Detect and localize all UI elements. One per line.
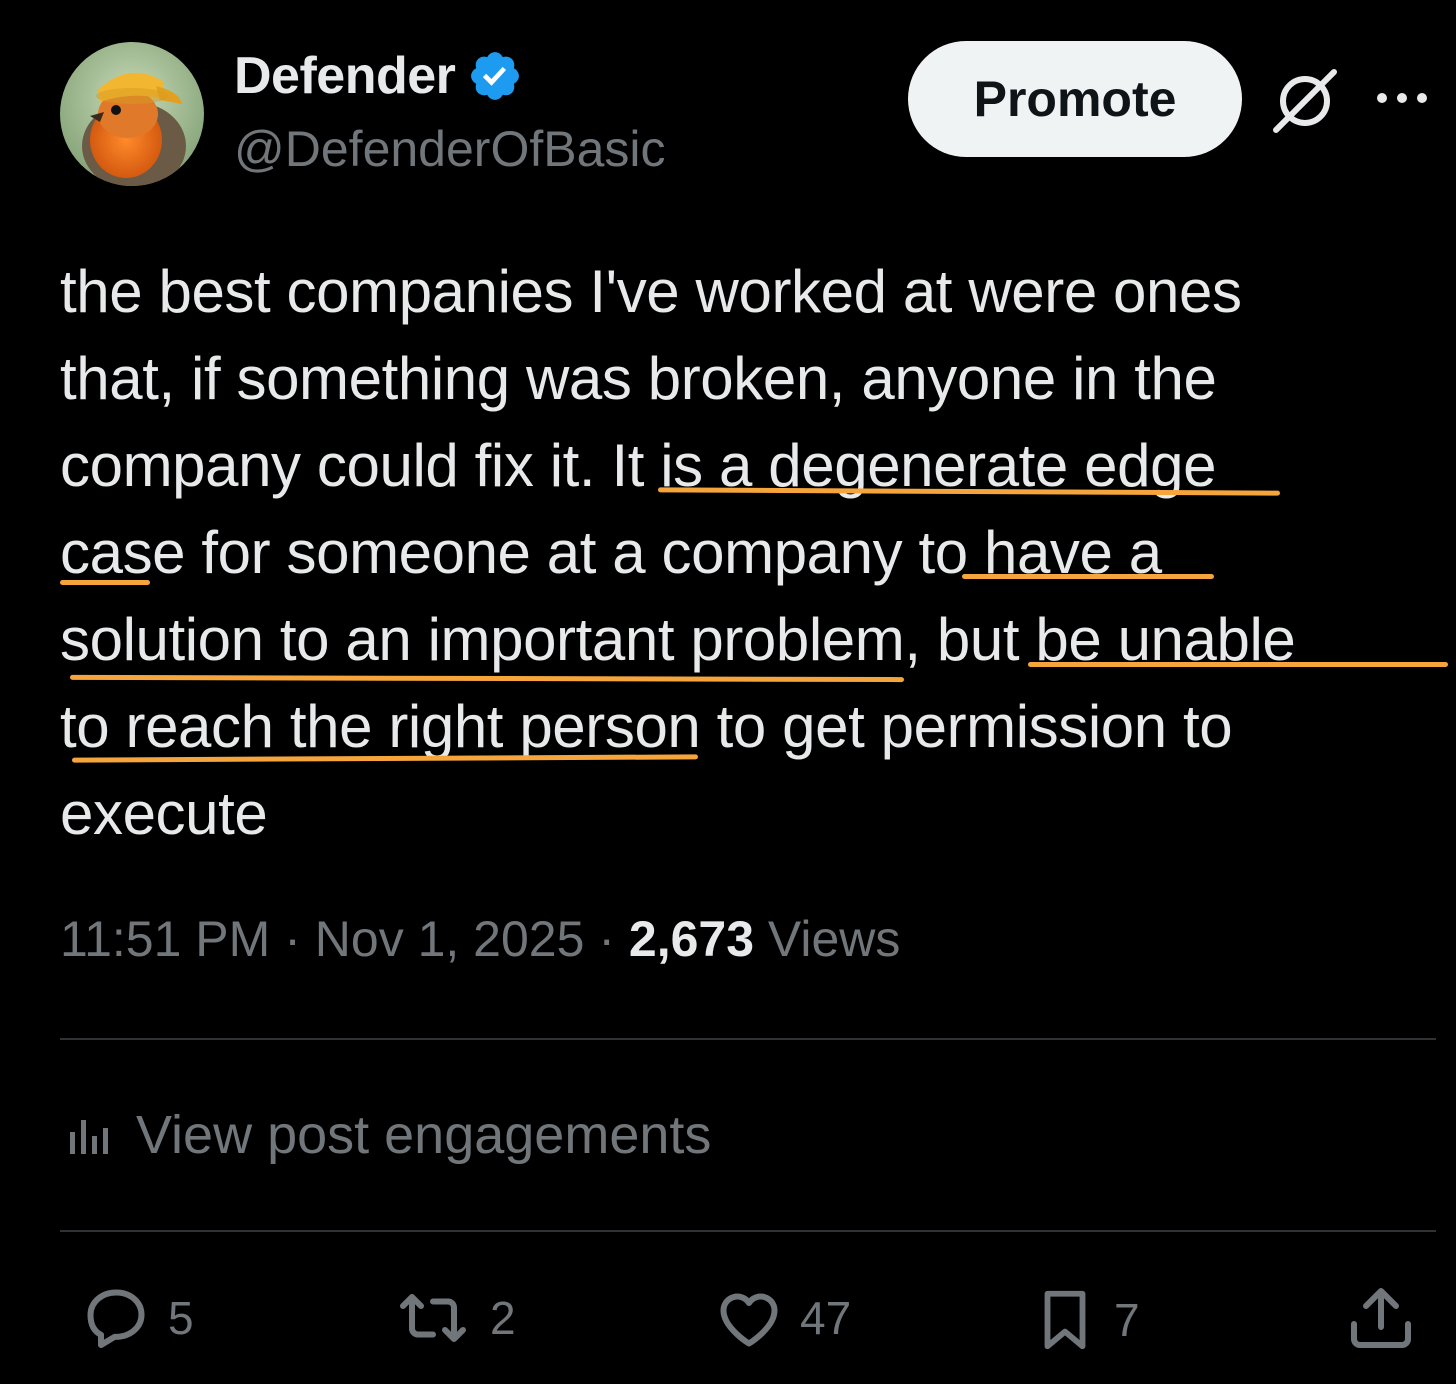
tweet-text: the best companies I've worked at were o… — [60, 248, 1450, 857]
meta-separator: · — [284, 911, 301, 967]
verified-badge-icon[interactable] — [467, 48, 523, 104]
share-button[interactable] — [1344, 1282, 1418, 1354]
grok-icon[interactable] — [1270, 66, 1340, 136]
tweet-line: company could fix it. It is a degenerate… — [60, 432, 1217, 499]
avatar[interactable] — [60, 42, 204, 186]
like-button[interactable]: 47 — [712, 1282, 851, 1354]
tweet-line: solution to an important problem, but be… — [60, 606, 1296, 673]
tweet-meta: 11:51 PM · Nov 1, 2025 · 2,673 Views — [60, 910, 900, 968]
highlight-underline — [962, 574, 1214, 579]
more-options-icon[interactable] — [1372, 78, 1432, 118]
author-name-row[interactable]: Defender — [234, 46, 523, 106]
view-post-engagements-link[interactable]: View post engagements — [64, 1104, 711, 1166]
tweet-line: execute — [60, 780, 268, 847]
meta-separator: · — [598, 911, 615, 967]
reply-count: 5 — [168, 1292, 194, 1344]
reply-icon — [87, 1289, 145, 1348]
highlight-underline — [60, 580, 150, 585]
bar-chart-icon — [70, 1120, 108, 1154]
repost-count: 2 — [490, 1292, 516, 1344]
action-bar: 5 2 47 7 — [0, 1282, 1456, 1362]
divider — [60, 1038, 1436, 1040]
bookmark-button[interactable]: 7 — [1030, 1282, 1140, 1358]
tweet-line: that, if something was broken, anyone in… — [60, 345, 1217, 412]
tweet-time[interactable]: 11:51 PM — [60, 911, 270, 967]
heart-icon — [720, 1293, 778, 1347]
bookmark-count: 7 — [1114, 1294, 1140, 1346]
bookmark-icon — [1044, 1290, 1086, 1350]
tweet-line: the best companies I've worked at were o… — [60, 258, 1242, 325]
repost-icon — [400, 1294, 466, 1342]
views-count: 2,673 — [628, 911, 755, 967]
share-icon — [1351, 1288, 1411, 1348]
views-label: Views — [767, 911, 901, 967]
promote-button[interactable]: Promote — [908, 41, 1242, 157]
tweet-line: case for someone at a company to have a — [60, 519, 1162, 586]
repost-button[interactable]: 2 — [390, 1282, 516, 1354]
author-display-name[interactable]: Defender — [234, 46, 456, 106]
avatar-image — [60, 42, 204, 186]
reply-button[interactable]: 5 — [78, 1282, 194, 1354]
tweet-date[interactable]: Nov 1, 2025 — [315, 911, 585, 967]
highlight-underline — [1028, 662, 1448, 667]
engagements-label: View post engagements — [136, 1105, 712, 1165]
divider — [60, 1230, 1436, 1232]
author-handle[interactable]: @DefenderOfBasic — [234, 120, 666, 178]
like-count: 47 — [800, 1292, 852, 1344]
